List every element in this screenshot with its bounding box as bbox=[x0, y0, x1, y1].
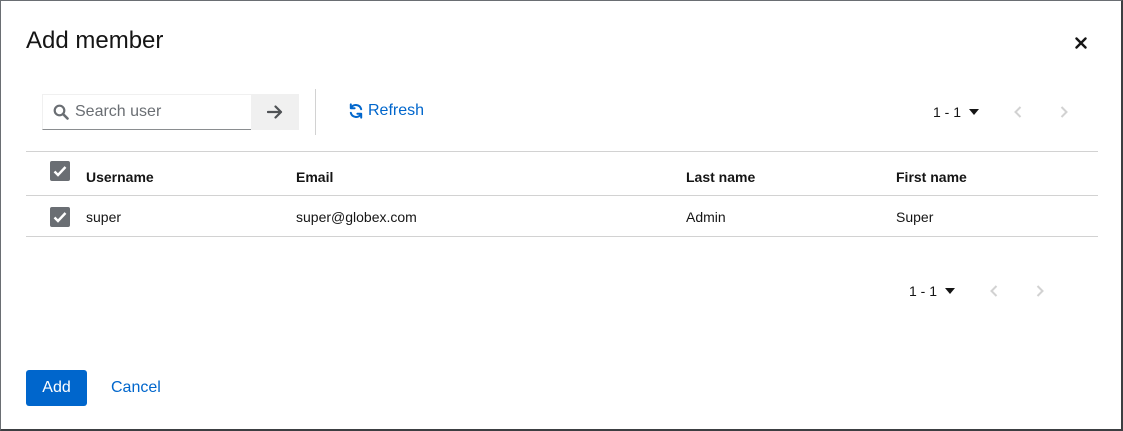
row-checkbox[interactable] bbox=[50, 207, 70, 227]
bottom-pagination: 1 - 1 bbox=[909, 280, 1063, 302]
table-row: super super@globex.com Admin Super bbox=[26, 196, 1098, 237]
angle-left-icon bbox=[1014, 106, 1022, 118]
pagination-toggle[interactable]: 1 - 1 bbox=[933, 101, 980, 123]
angle-right-icon bbox=[1036, 285, 1044, 297]
caret-down-icon bbox=[969, 109, 980, 115]
sync-icon bbox=[349, 103, 363, 119]
arrow-right-icon bbox=[267, 105, 283, 119]
table-header: Username Email Last name First name bbox=[26, 152, 1098, 196]
search-submit-button[interactable] bbox=[251, 94, 299, 130]
angle-right-icon bbox=[1060, 106, 1068, 118]
search-input[interactable] bbox=[75, 95, 249, 129]
cell-email: super@globex.com bbox=[296, 209, 417, 225]
refresh-label: Refresh bbox=[368, 102, 425, 119]
cell-last-name: Admin bbox=[686, 209, 726, 225]
previous-page-button[interactable] bbox=[995, 101, 1041, 123]
toolbar-divider bbox=[315, 89, 316, 135]
members-table: Username Email Last name First name supe… bbox=[26, 151, 1098, 237]
add-member-modal: Add member Search user Refresh 1 - 1 Use… bbox=[0, 0, 1123, 431]
check-icon bbox=[53, 166, 67, 177]
pagination-range: 1 - 1 bbox=[909, 283, 938, 299]
cell-username: super bbox=[86, 209, 122, 225]
column-header-first-name[interactable]: First name bbox=[896, 169, 967, 185]
cancel-button[interactable]: Cancel bbox=[111, 370, 161, 406]
column-header-last-name[interactable]: Last name bbox=[686, 169, 755, 185]
column-header-email[interactable]: Email bbox=[296, 169, 333, 185]
search-icon bbox=[53, 104, 69, 120]
refresh-button[interactable]: Refresh bbox=[348, 102, 424, 120]
pagination-toggle[interactable]: 1 - 1 bbox=[909, 280, 956, 302]
search-box bbox=[42, 94, 252, 130]
caret-down-icon bbox=[945, 288, 956, 294]
previous-page-button[interactable] bbox=[971, 280, 1017, 302]
close-icon bbox=[1075, 37, 1087, 49]
close-button[interactable] bbox=[1069, 31, 1093, 55]
select-all-checkbox[interactable] bbox=[50, 161, 70, 181]
toolbar: Refresh 1 - 1 bbox=[26, 89, 1098, 135]
pagination-range: 1 - 1 bbox=[933, 104, 962, 120]
next-page-button[interactable] bbox=[1041, 101, 1087, 123]
next-page-button[interactable] bbox=[1017, 280, 1063, 302]
add-button[interactable]: Add bbox=[26, 370, 87, 406]
cell-first-name: Super bbox=[896, 209, 934, 225]
check-icon bbox=[53, 212, 67, 223]
column-header-username[interactable]: Username bbox=[86, 169, 154, 185]
top-pagination: 1 - 1 bbox=[933, 101, 1087, 123]
angle-left-icon bbox=[990, 285, 998, 297]
modal-title: Add member bbox=[26, 27, 164, 54]
